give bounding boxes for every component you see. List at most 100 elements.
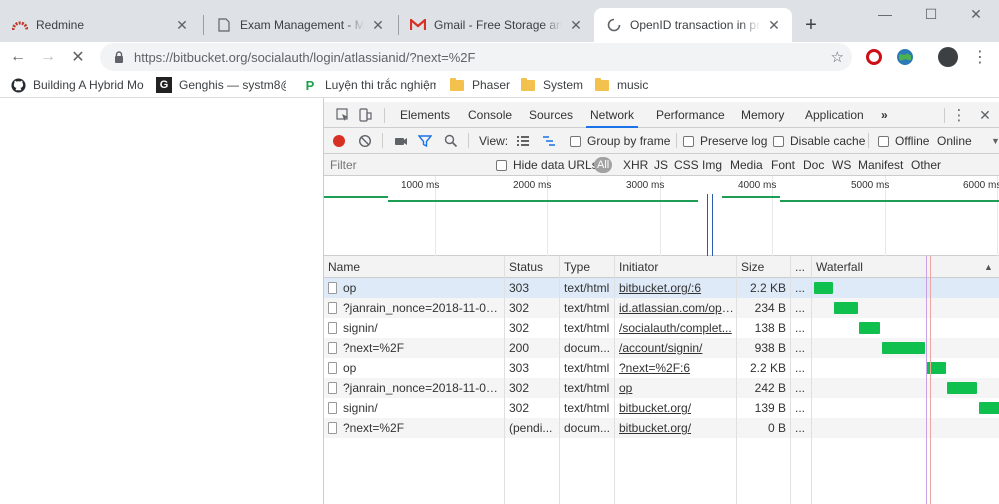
filter-type-manifest[interactable]: Manifest	[858, 154, 903, 176]
close-icon[interactable]: ✕	[766, 17, 782, 33]
maximize-icon[interactable]: ☐	[908, 0, 954, 28]
request-name-cell[interactable]: ?janrain_nonce=2018-11-01T...	[324, 298, 504, 318]
request-name-cell[interactable]: signin/	[324, 318, 504, 338]
bookmark-luyen-thi[interactable]: P Luyện thi trắc nghiệm	[302, 76, 436, 94]
search-icon[interactable]	[442, 132, 460, 150]
request-initiator-link[interactable]: op	[615, 378, 736, 398]
filter-type-font[interactable]: Font	[771, 154, 795, 176]
tab-application[interactable]: Application	[805, 102, 864, 128]
request-name-cell[interactable]: op	[324, 278, 504, 298]
request-initiator-link[interactable]: /account/signin/	[615, 338, 736, 358]
bookmark-folder-system[interactable]: System	[520, 76, 583, 94]
screenshot-camera-icon[interactable]	[392, 132, 410, 150]
filter-type-js[interactable]: JS	[654, 154, 668, 176]
filter-type-media[interactable]: Media	[730, 154, 763, 176]
opera-extension-icon[interactable]	[866, 49, 882, 65]
clear-icon[interactable]	[356, 132, 374, 150]
table-row[interactable]: ?janrain_nonce=2018-11-01T... 302 text/htm…	[324, 298, 999, 318]
large-rows-icon[interactable]	[514, 132, 532, 150]
request-name-cell[interactable]: ?janrain_nonce=2018-11-01T...	[324, 378, 504, 398]
request-initiator-link[interactable]: ?next=%2F:6	[615, 358, 736, 378]
filter-input[interactable]	[328, 156, 478, 174]
bookmark-folder-music[interactable]: music	[594, 76, 648, 94]
column-header-waterfall[interactable]: Waterfall	[812, 256, 982, 278]
record-icon[interactable]	[330, 132, 348, 150]
column-header-initiator[interactable]: Initiator	[615, 256, 736, 278]
offline-checkbox[interactable]: Offline	[878, 128, 929, 154]
new-tab-button[interactable]: +	[798, 12, 824, 38]
devtools-close-icon[interactable]: ✕	[976, 106, 994, 124]
url-path: /socialauth/login/atlassianid/?next=%2F	[247, 49, 476, 65]
throttling-select[interactable]: Online	[937, 128, 972, 154]
close-icon[interactable]: ✕	[568, 17, 584, 33]
tab-exam-management[interactable]: Exam Management - My A ✕	[204, 8, 396, 42]
filter-type-css[interactable]: CSS	[674, 154, 699, 176]
tab-console[interactable]: Console	[468, 102, 512, 128]
column-header-status[interactable]: Status	[505, 256, 559, 278]
group-by-frame-checkbox[interactable]: Group by frame	[570, 128, 670, 154]
inspect-element-icon[interactable]	[334, 106, 352, 124]
forward-arrow-icon[interactable]: →	[36, 45, 60, 69]
tab-openid[interactable]: OpenID transaction in prog ✕	[594, 8, 792, 42]
filter-type-doc[interactable]: Doc	[803, 154, 824, 176]
tab-performance[interactable]: Performance	[656, 102, 725, 128]
request-initiator-link[interactable]: bitbucket.org/	[615, 398, 736, 418]
stop-loading-icon[interactable]: ✕	[66, 45, 90, 69]
filter-type-ws[interactable]: WS	[832, 154, 851, 176]
request-name-cell[interactable]: op	[324, 358, 504, 378]
table-row[interactable]: op 303 text/html ?next=%2F:6 2.2 KB...	[324, 358, 999, 378]
device-toolbar-icon[interactable]	[356, 106, 374, 124]
tab-memory[interactable]: Memory	[741, 102, 784, 128]
close-icon[interactable]: ✕	[370, 17, 386, 33]
table-row[interactable]: ?next=%2F 200 docum... /account/signin/938 …	[324, 338, 999, 358]
disable-cache-checkbox[interactable]: Disable cache	[773, 128, 865, 154]
devtools-menu-icon[interactable]: ⋮	[950, 106, 968, 124]
bookmark-building-hybrid[interactable]: Building A Hybrid Mo	[10, 76, 144, 94]
preserve-log-checkbox[interactable]: Preserve log	[683, 128, 767, 154]
hide-data-urls-checkbox[interactable]: Hide data URLs	[496, 154, 598, 176]
request-initiator-link[interactable]: bitbucket.org/	[615, 418, 736, 438]
minimize-icon[interactable]: —	[862, 0, 908, 28]
tab-network[interactable]: Network	[586, 102, 639, 128]
tab-redmine[interactable]: Redmine ✕	[0, 8, 200, 42]
request-name-cell[interactable]: ?next=%2F	[324, 338, 504, 358]
disable-cache-label: Disable cache	[790, 134, 866, 148]
bookmark-genghis[interactable]: G Genghis — systm8@	[156, 76, 286, 94]
address-bar[interactable]: https://bitbucket.org/socialauth/login/a…	[100, 43, 852, 71]
bookmark-folder-phaser[interactable]: Phaser	[449, 76, 510, 94]
chevron-down-icon[interactable]: ▼	[991, 128, 999, 154]
table-row[interactable]: signin/302 text/html bitbucket.org/139 B..…	[324, 398, 999, 418]
request-initiator-link[interactable]: /socialauth/complet...	[615, 318, 736, 338]
more-tabs-icon[interactable]: »	[881, 102, 888, 128]
bookmark-star-icon[interactable]: ☆	[831, 48, 844, 66]
table-row[interactable]: op 303 text/html bitbucket.org/:6 2.2 KB...	[324, 278, 999, 298]
tab-gmail[interactable]: Gmail - Free Storage and E ✕	[398, 8, 594, 42]
request-initiator-link[interactable]: bitbucket.org/:6	[615, 278, 736, 298]
earth-extension-icon[interactable]	[895, 47, 915, 67]
request-initiator-link[interactable]: id.atlassian.com/ope...	[615, 298, 736, 318]
window-close-icon[interactable]: ✕	[953, 0, 999, 28]
avatar[interactable]	[938, 47, 958, 67]
table-row[interactable]: signin/302 text/html/socialauth/complet..…	[324, 318, 999, 338]
filter-type-all[interactable]: All	[594, 157, 613, 173]
filter-funnel-icon[interactable]	[416, 132, 434, 150]
column-header-name[interactable]: Name	[324, 256, 504, 278]
filter-type-xhr[interactable]: XHR	[623, 154, 648, 176]
table-row[interactable]: ?next=%2F (pendi... docum... bitbucket.org/…	[324, 418, 999, 438]
filter-type-other[interactable]: Other	[911, 154, 941, 176]
chrome-menu-icon[interactable]: ⋮	[968, 45, 992, 69]
column-header-type[interactable]: Type	[560, 256, 614, 278]
column-header-size[interactable]: Size	[737, 256, 791, 278]
table-row[interactable]: ?janrain_nonce=2018-11-01T... 302 text/htm…	[324, 378, 999, 398]
column-header-more[interactable]: ...	[791, 256, 811, 278]
waterfall-view-icon[interactable]	[540, 132, 558, 150]
bookmark-label: music	[617, 78, 649, 92]
filter-type-img[interactable]: Img	[702, 154, 722, 176]
tab-elements[interactable]: Elements	[400, 102, 450, 128]
waterfall-bar	[978, 402, 999, 414]
back-arrow-icon[interactable]: ←	[6, 45, 30, 69]
request-name-cell[interactable]: ?next=%2F	[324, 418, 504, 438]
close-icon[interactable]: ✕	[174, 17, 190, 33]
request-name-cell[interactable]: signin/	[324, 398, 504, 418]
tab-sources[interactable]: Sources	[529, 102, 573, 128]
